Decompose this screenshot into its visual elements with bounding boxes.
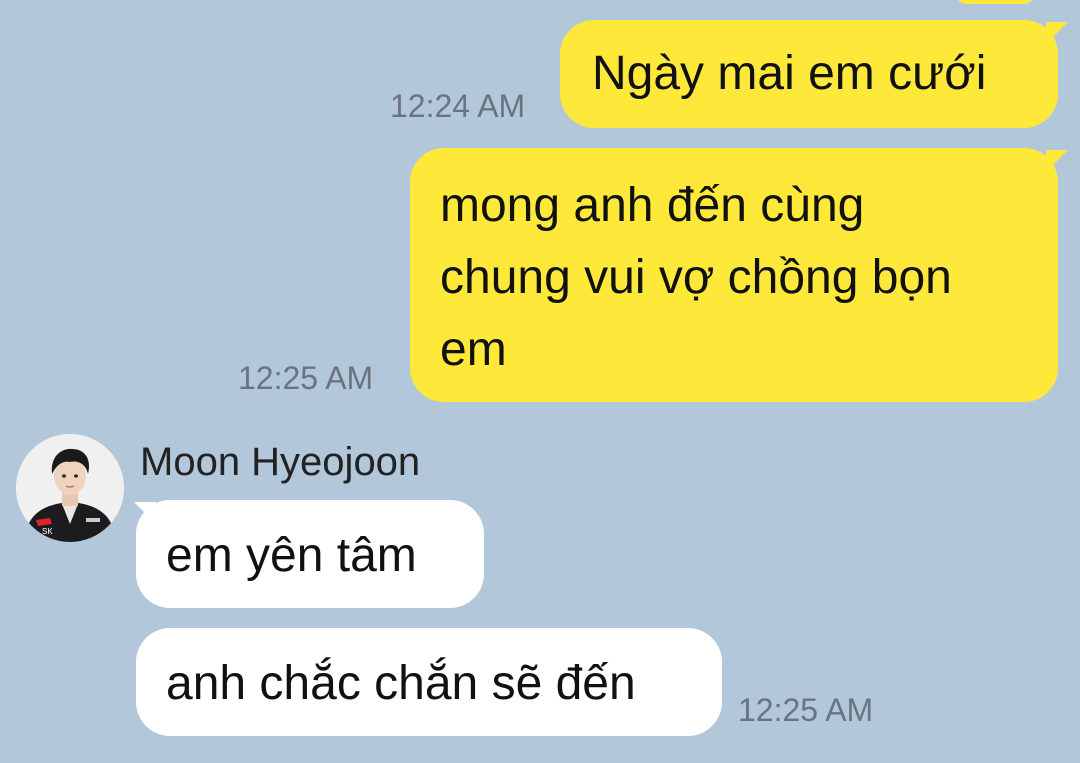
profile-photo-avatar-icon: SK xyxy=(16,434,124,542)
outgoing-message-bubble[interactable]: mong anh đến cùng chung vui vợ chồng bọn… xyxy=(410,148,1058,402)
outgoing-message-bubble[interactable]: Ngày mai em cưới xyxy=(560,20,1058,128)
contact-avatar[interactable]: SK xyxy=(16,434,124,542)
sender-name: Moon Hyeojoon xyxy=(140,440,421,484)
message-text: em yên tâm xyxy=(166,529,417,582)
incoming-bubble-tail xyxy=(134,502,156,524)
message-text: mong anh đến cùng chung vui vợ chồng bọn… xyxy=(440,179,952,376)
incoming-message-bubble[interactable]: anh chắc chắn sẽ đến xyxy=(136,628,722,736)
message-timestamp: 12:24 AM xyxy=(390,88,526,124)
outgoing-bubble-tail xyxy=(1046,22,1068,44)
message-timestamp: 12:25 AM xyxy=(238,360,374,396)
svg-text:SK: SK xyxy=(42,527,53,536)
message-timestamp: 12:25 AM xyxy=(738,692,874,728)
incoming-message-bubble[interactable]: em yên tâm xyxy=(136,500,484,608)
message-text: anh chắc chắn sẽ đến xyxy=(166,657,636,710)
previous-message-bubble-edge xyxy=(955,0,1035,4)
outgoing-bubble-tail xyxy=(1046,150,1068,172)
message-text: Ngày mai em cưới xyxy=(592,47,987,100)
